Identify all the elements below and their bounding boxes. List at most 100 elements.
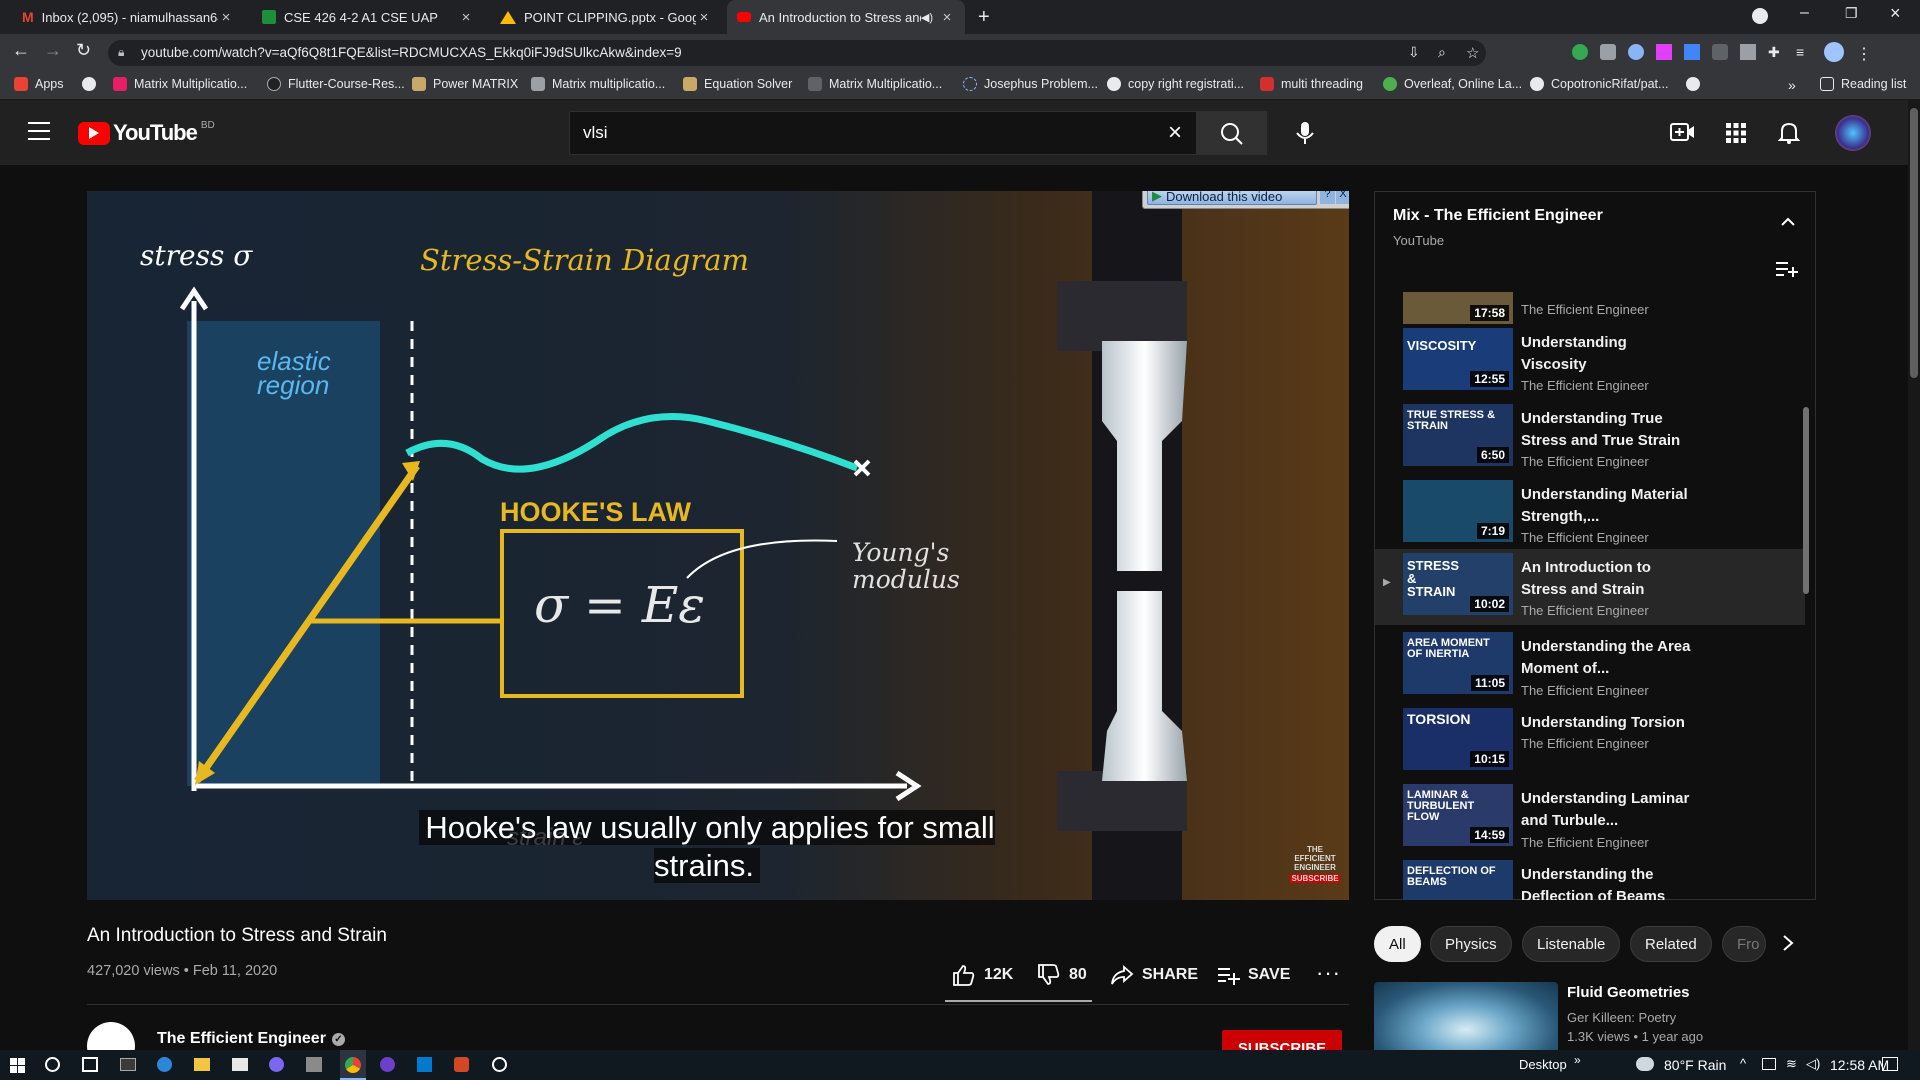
playlist-item[interactable]: VISCOSITY 12:55 Understanding Viscosity T… (1375, 324, 1805, 400)
bookmark-item[interactable]: Power MATRIX (412, 77, 518, 91)
hamburger-menu-icon[interactable] (28, 122, 50, 140)
search-box[interactable]: vlsi × (569, 111, 1197, 155)
windows-start-icon[interactable] (10, 1058, 25, 1073)
page-scrollbar-thumb[interactable] (1910, 108, 1918, 378)
desktop-toolbar-chevron[interactable]: » (1574, 1053, 1581, 1067)
minimize-button[interactable]: – (1800, 4, 1809, 22)
channel-name-link[interactable]: The Efficient Engineer ✓ (157, 1030, 345, 1048)
more-icon[interactable]: ⋮ (1856, 44, 1872, 63)
media-icon[interactable]: ≡ (1796, 44, 1812, 60)
playlist-item[interactable]: LAMINAR & TURBULENT FLOW 14:59 Understand… (1375, 780, 1805, 856)
playlist-item-current[interactable]: ▶ STRESS & STRAIN 10:02 An Introduction t… (1375, 549, 1805, 625)
volume-icon[interactable]: ◁) (1806, 1056, 1820, 1072)
notification-center-icon[interactable] (1882, 1057, 1898, 1071)
edge-icon[interactable] (157, 1057, 172, 1072)
wifi-icon[interactable]: ≋ (1786, 1056, 1797, 1072)
search-button[interactable] (1197, 111, 1267, 155)
bookmark-apps[interactable]: Apps (14, 77, 64, 91)
save-button[interactable]: SAVE (1216, 964, 1290, 986)
puzzle-icon[interactable]: ✚ (1768, 44, 1784, 60)
new-tab-button[interactable]: + (978, 6, 990, 29)
bookmark-item[interactable]: multi threading (1260, 77, 1363, 91)
collapse-playlist-button[interactable] (1780, 216, 1796, 226)
tab-gmail[interactable]: M Inbox (2,095) - niamulhassan64@ × (12, 0, 244, 34)
like-button[interactable]: 12K (952, 964, 1013, 986)
bookmark-item[interactable]: Equation Solver (683, 77, 792, 91)
mail-icon[interactable] (232, 1058, 248, 1071)
bookmark-item[interactable]: Matrix multiplicatio... (531, 77, 665, 91)
playlist-item[interactable]: TRUE STRESS & STRAIN 6:50 Understanding T… (1375, 400, 1805, 476)
bookmark-item[interactable]: Overleaf, Online La... (1383, 77, 1522, 91)
search-circle-icon[interactable] (45, 1057, 60, 1072)
tab-classroom[interactable]: CSE 426 4-2 A1 CSE UAP × (252, 0, 484, 34)
weather-icon[interactable] (1636, 1057, 1654, 1071)
save-playlist-button[interactable] (1775, 260, 1799, 278)
weather-text[interactable]: 80°F Rain (1664, 1057, 1726, 1073)
chips-next-button[interactable] (1781, 933, 1795, 953)
chip-physics[interactable]: Physics (1430, 926, 1512, 962)
powerpoint-icon[interactable] (454, 1057, 469, 1072)
bookmark-item[interactable]: Flutter-Course-Res... (267, 77, 405, 91)
bookmark-item[interactable]: copy right registrati... (1107, 77, 1244, 91)
grammarly-extension-icon[interactable] (1572, 44, 1588, 60)
github-desktop-icon[interactable] (380, 1057, 395, 1072)
tab-drive[interactable]: POINT CLIPPING.pptx - Google D × (490, 0, 722, 34)
voice-search-button[interactable] (1283, 111, 1327, 155)
recommended-channel[interactable]: Ger Killeen: Poetry (1567, 1010, 1676, 1025)
chip-from[interactable]: Fro (1722, 926, 1766, 962)
channel-watermark[interactable]: THE EFFICIENT ENGINEER SUBSCRIBE (1290, 845, 1340, 883)
share-button[interactable]: SHARE (1110, 964, 1198, 986)
create-video-button[interactable] (1670, 121, 1696, 143)
playlist-item[interactable]: 7:19 Understanding Material Strength,...… (1375, 476, 1805, 552)
more-bookmarks-button[interactable]: » (1788, 77, 1796, 93)
clock[interactable]: 12:58 AM (1830, 1057, 1889, 1073)
close-icon[interactable]: × (218, 9, 234, 26)
tray-chevron-up-icon[interactable]: ^ (1740, 1056, 1746, 1071)
bookmark-star-icon[interactable]: ☆ (1466, 44, 1479, 62)
apps-button[interactable] (1726, 123, 1746, 143)
close-icon[interactable]: × (939, 9, 955, 26)
forward-button[interactable]: → (44, 40, 62, 61)
tab-youtube[interactable]: An Introduction to Stress and ◀) × (727, 0, 965, 34)
reading-list-button[interactable]: Reading list (1820, 77, 1906, 91)
chrome-taskbar-button[interactable] (340, 1050, 366, 1080)
bookmark-item[interactable]: Josephus Problem... (963, 77, 1098, 91)
address-bar[interactable]: 🔒︎ youtube.com/watch?v=aQf6Q8t1FQE&list=… (108, 40, 1486, 66)
camera-extension-icon[interactable] (1600, 44, 1616, 60)
screen-extension-icon[interactable] (1712, 44, 1728, 60)
window-close-button[interactable]: × (1890, 3, 1901, 24)
recommended-title[interactable]: Fluid Geometries (1567, 984, 1690, 1001)
speaker-icon[interactable]: ◀) (921, 11, 933, 24)
download-close-button[interactable]: X (1336, 191, 1349, 204)
file-explorer-icon[interactable] (194, 1058, 210, 1071)
profile-avatar[interactable] (1824, 42, 1844, 62)
close-icon[interactable]: × (696, 9, 712, 26)
search-input[interactable]: vlsi (583, 123, 608, 143)
dislike-button[interactable]: 80 (1037, 964, 1087, 986)
notifications-button[interactable] (1778, 121, 1800, 145)
vscode-icon[interactable] (417, 1057, 432, 1072)
youtube-logo[interactable]: YouTube BD (78, 120, 215, 146)
app-circle-icon[interactable] (492, 1057, 507, 1072)
messenger-icon[interactable] (269, 1057, 284, 1072)
bookmark-item[interactable]: CopotronicRifat/pat... (1530, 77, 1668, 91)
download-extension-icon[interactable] (1684, 44, 1700, 60)
task-view-icon[interactable] (82, 1057, 98, 1072)
playlist-item[interactable]: DEFLECTION OF BEAMS Understanding the De… (1375, 856, 1805, 900)
install-icon[interactable]: ⇩ (1408, 44, 1420, 61)
chip-listenable[interactable]: Listenable (1522, 926, 1621, 962)
desktop-toolbar-label[interactable]: Desktop (1519, 1057, 1567, 1072)
pen-extension-icon[interactable] (1740, 44, 1756, 60)
zoom-icon[interactable]: ⌕ (1438, 44, 1446, 61)
bookmark-item[interactable]: Matrix Multiplicatio... (808, 77, 942, 91)
tray-app-icon[interactable] (1762, 1058, 1776, 1070)
reload-button[interactable]: ↻ (76, 40, 91, 61)
download-help-button[interactable]: ? (1320, 191, 1335, 204)
restore-button[interactable]: ❐ (1845, 5, 1858, 22)
color-extension-icon[interactable] (1628, 44, 1644, 60)
app-icon[interactable] (306, 1057, 322, 1072)
chip-all[interactable]: All (1374, 926, 1421, 962)
recommended-thumbnail[interactable] (1374, 982, 1558, 1050)
calculator-icon[interactable] (120, 1058, 136, 1071)
chip-related[interactable]: Related (1630, 926, 1712, 962)
